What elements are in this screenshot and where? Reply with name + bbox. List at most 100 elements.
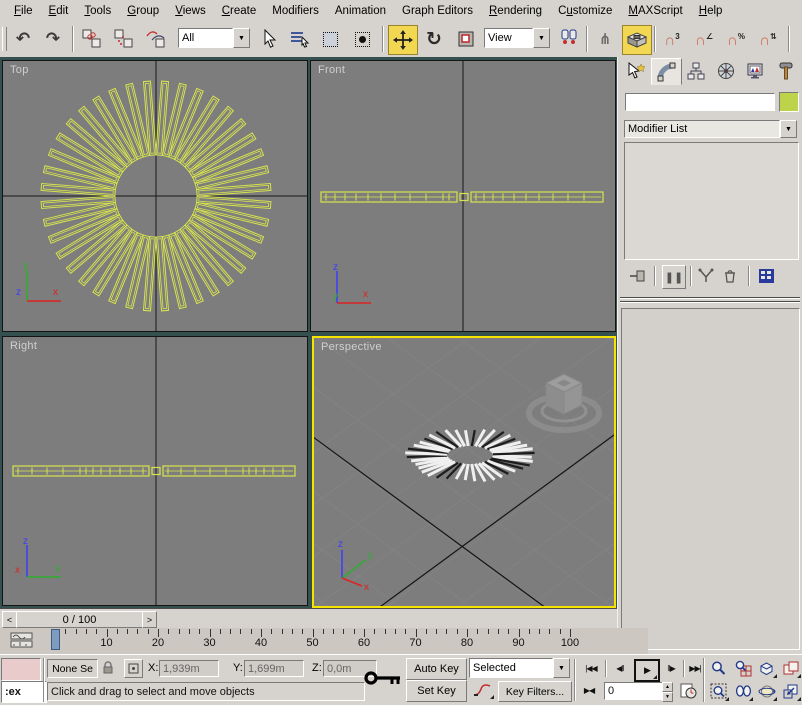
unlink-selection-icon[interactable] (110, 25, 138, 53)
select-and-link-icon[interactable] (78, 25, 106, 53)
ruler-tick (519, 629, 520, 637)
menu-item-maxscript[interactable]: MAXScript (620, 3, 690, 19)
percent-snap-toggle-icon[interactable]: ∩% (722, 25, 750, 53)
x-coord-field[interactable]: 1,939m (159, 660, 219, 677)
menu-item-create[interactable]: Create (214, 3, 265, 19)
select-and-move-icon[interactable] (388, 25, 418, 55)
chevron-down-icon[interactable]: ▼ (553, 658, 570, 678)
go-to-end-button[interactable]: ▶▶| (685, 659, 705, 678)
menu-item-group[interactable]: Group (119, 3, 167, 19)
configure-modifier-sets-icon[interactable] (756, 266, 776, 286)
macro-recorder-pane[interactable] (1, 658, 41, 681)
bind-to-space-warp-icon[interactable] (142, 25, 170, 53)
menu-item-animation[interactable]: Animation (327, 3, 394, 19)
object-name-field[interactable] (625, 93, 775, 111)
selection-lock-icon[interactable] (100, 659, 116, 676)
tab-modify[interactable] (651, 58, 682, 85)
zoom-region-icon[interactable] (707, 681, 730, 702)
menu-item-edit[interactable]: Edit (41, 3, 77, 19)
select-and-scale-icon[interactable] (452, 25, 480, 53)
keyboard-shortcut-override-icon[interactable] (622, 25, 652, 55)
y-coord-field[interactable]: 1,699m (244, 660, 304, 677)
menu-item-modifiers[interactable]: Modifiers (264, 3, 327, 19)
select-object-icon[interactable] (256, 25, 284, 53)
viewport-front-label[interactable]: Front (318, 64, 345, 76)
tab-hierarchy[interactable] (681, 58, 710, 83)
key-mode-toggle-button[interactable]: ▶◀ (578, 681, 600, 700)
redo-icon[interactable]: ↷ (39, 25, 67, 53)
select-and-rotate-icon[interactable]: ↻ (420, 25, 448, 53)
rectangular-selection-region-icon[interactable] (316, 25, 344, 53)
select-by-name-icon[interactable] (286, 25, 314, 53)
rollout-area[interactable] (621, 308, 800, 650)
toolbar-grip[interactable] (2, 27, 7, 51)
zoom-extents-icon[interactable] (755, 658, 778, 679)
set-key-button[interactable]: Set Key (406, 680, 467, 702)
time-slider-next-button[interactable]: > (142, 611, 157, 628)
current-time-field[interactable]: 0 (604, 682, 668, 700)
menu-item-customize[interactable]: Customize (550, 3, 620, 19)
viewport-right[interactable]: Right z x y (2, 336, 308, 606)
time-spinner[interactable]: ▲ ▼ (662, 682, 673, 700)
previous-frame-button[interactable]: ◀‖ (608, 659, 632, 678)
set-keys-key-icon[interactable] (362, 663, 404, 693)
viewport-top[interactable]: Top y z x (2, 60, 308, 332)
default-tangent-icon[interactable] (469, 681, 495, 700)
time-slider-prev-button[interactable]: < (2, 611, 17, 628)
pan-view-icon[interactable] (731, 681, 754, 702)
zoom-all-icon[interactable] (731, 658, 754, 679)
object-color-swatch[interactable] (779, 92, 799, 112)
window-crossing-icon[interactable] (348, 25, 376, 53)
time-configuration-icon[interactable] (678, 681, 699, 700)
menu-item-help[interactable]: Help (691, 3, 731, 19)
key-selection-dropdown[interactable]: Selected▼ (469, 658, 570, 678)
zoom-extents-all-icon[interactable] (779, 658, 802, 679)
use-pivot-point-center-icon[interactable] (555, 25, 583, 53)
show-end-result-icon[interactable]: ❚❚ (662, 265, 686, 289)
chevron-down-icon[interactable]: ▼ (780, 120, 797, 138)
key-filters-button[interactable]: Key Filters... (498, 681, 572, 702)
arc-rotate-icon[interactable] (755, 681, 778, 702)
pin-stack-icon[interactable] (628, 266, 648, 286)
menu-item-views[interactable]: Views (167, 3, 213, 19)
play-animation-button[interactable]: ▶ (634, 659, 660, 682)
tab-create[interactable] (621, 58, 650, 83)
selection-count-box[interactable]: None Se (47, 659, 98, 678)
tab-display[interactable] (741, 58, 770, 83)
viewport-perspective[interactable]: Perspective z y x (312, 336, 616, 608)
viewport-front[interactable]: Front z y x (310, 60, 616, 332)
maxscript-listener-pane[interactable]: :ex (1, 681, 47, 703)
reference-coordinate-dropdown[interactable]: View▼ (484, 28, 550, 48)
menu-item-tools[interactable]: Tools (76, 3, 119, 19)
tab-motion[interactable] (711, 58, 740, 83)
frame-ruler[interactable]: 0102030405060708090100 (0, 628, 648, 654)
spinner-snap-toggle-icon[interactable]: ∩⇅ (754, 25, 782, 53)
modifier-stack-list[interactable] (624, 142, 799, 260)
make-unique-icon[interactable] (696, 266, 716, 286)
tab-utilities[interactable] (771, 58, 800, 83)
menu-item-rendering[interactable]: Rendering (481, 3, 550, 19)
viewport-perspective-label[interactable]: Perspective (321, 341, 382, 353)
auto-key-button[interactable]: Auto Key (406, 658, 467, 680)
chevron-down-icon[interactable]: ▼ (533, 28, 550, 48)
go-to-start-button[interactable]: |◀◀ (578, 659, 604, 678)
viewport-top-label[interactable]: Top (10, 64, 29, 76)
next-frame-button[interactable]: ‖▶ (659, 659, 683, 678)
zoom-icon[interactable] (707, 658, 730, 679)
viewport-right-label[interactable]: Right (10, 340, 37, 352)
selection-filter-dropdown[interactable]: All▼ (178, 28, 250, 48)
menu-item-file[interactable]: File (6, 3, 41, 19)
select-and-manipulate-icon[interactable]: ⋔ (591, 25, 619, 53)
time-slider-handle[interactable]: 0 / 100 (16, 611, 143, 628)
chevron-down-icon[interactable]: ▼ (233, 28, 250, 48)
remove-modifier-icon[interactable] (720, 266, 740, 286)
undo-icon[interactable]: ↶ (9, 25, 37, 53)
modifier-list-dropdown[interactable]: Modifier List ▼ (624, 120, 797, 138)
current-frame-marker[interactable] (51, 629, 60, 650)
track-bar[interactable]: 0102030405060708090100 (0, 628, 648, 654)
angle-snap-toggle-icon[interactable]: ∩∠ (690, 25, 718, 53)
menu-item-graph-editors[interactable]: Graph Editors (394, 3, 481, 19)
snaps-toggle-icon[interactable]: ∩3 (658, 25, 686, 53)
absolute-mode-toggle-icon[interactable] (124, 659, 143, 678)
min-max-toggle-icon[interactable] (779, 681, 802, 702)
